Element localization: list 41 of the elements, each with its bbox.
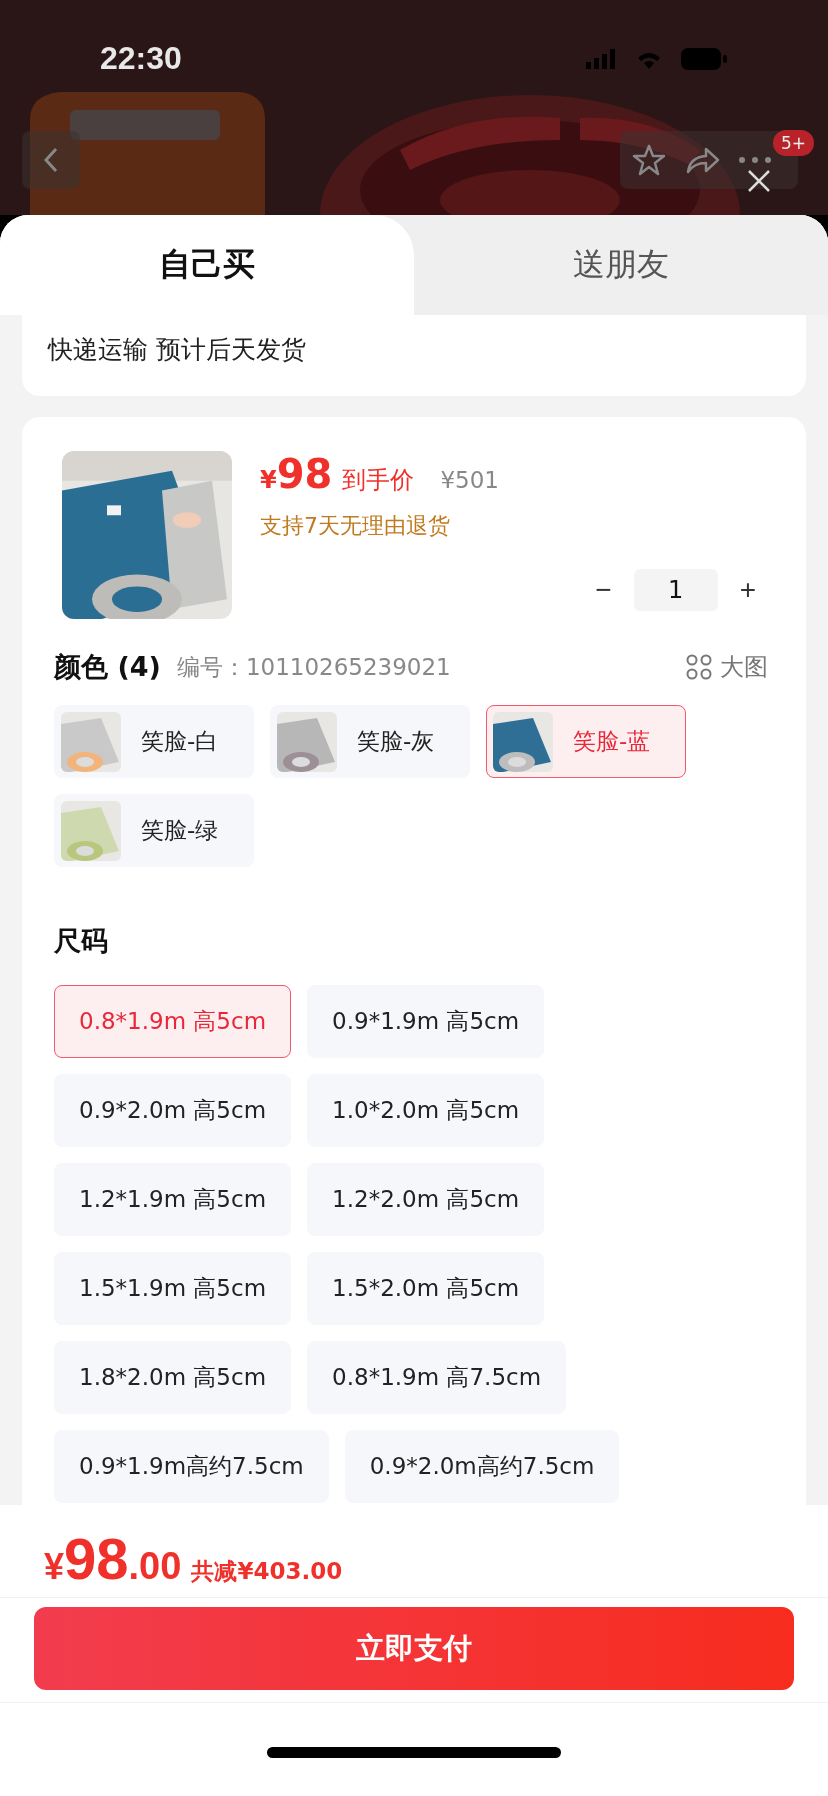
chevron-left-icon xyxy=(42,146,60,174)
price: ¥98 xyxy=(260,451,333,497)
star-icon[interactable] xyxy=(632,143,666,177)
shipping-info: 快递运输 预计后天发货 xyxy=(48,335,306,364)
grid-icon xyxy=(686,654,712,680)
section-title: 颜色 (4) xyxy=(54,650,161,684)
return-policy: 支持7天无理由退货 xyxy=(260,512,451,540)
size-option[interactable]: 1.0*2.0m 高5cm xyxy=(307,1074,545,1147)
original-price: ¥501 xyxy=(440,467,499,493)
size-option[interactable]: 0.9*2.0m高约7.5cm xyxy=(344,1430,620,1503)
size-option[interactable]: 1.2*2.0m 高5cm xyxy=(307,1163,545,1236)
size-option[interactable]: 0.8*1.9m 高7.5cm xyxy=(307,1341,567,1414)
size-option[interactable]: 1.5*1.9m 高5cm xyxy=(54,1252,292,1325)
size-option[interactable]: 1.5*2.0m 高5cm xyxy=(307,1252,545,1325)
decrease-button[interactable]: − xyxy=(591,574,616,606)
color-option[interactable]: 笑脸-绿 xyxy=(54,794,254,867)
size-option[interactable]: 1.8*2.0m 高5cm xyxy=(54,1341,292,1414)
color-option[interactable]: 笑脸-蓝 xyxy=(486,705,686,778)
tab[interactable]: 自己买 xyxy=(0,215,414,315)
signal-icon xyxy=(586,48,618,69)
size-option[interactable]: 1.2*1.9m 高5cm xyxy=(54,1163,292,1236)
back-button[interactable] xyxy=(22,131,80,189)
total-price: ¥98.00 xyxy=(44,1525,182,1592)
size-option[interactable]: 0.9*1.9m 高5cm xyxy=(307,985,545,1058)
price-label: 到手价 xyxy=(342,465,415,496)
status-time: 22:30 xyxy=(100,40,182,77)
section-title: 尺码 xyxy=(54,924,109,958)
increase-button[interactable]: + xyxy=(735,574,760,606)
pay-button[interactable]: 立即支付 xyxy=(34,1607,794,1690)
gallery-button[interactable]: 大图 xyxy=(686,651,768,683)
item-code: 编号：10110265239021 xyxy=(176,652,452,682)
color-option[interactable]: 笑脸-灰 xyxy=(270,705,470,778)
more-icon[interactable] xyxy=(738,156,772,164)
size-option[interactable]: 0.9*2.0m 高5cm xyxy=(54,1074,292,1147)
close-icon[interactable] xyxy=(747,169,771,193)
quantity-field[interactable]: 1 xyxy=(633,569,718,611)
discount-text: 共减¥403.00 xyxy=(191,1557,343,1586)
size-option[interactable]: 0.9*1.9m高约7.5cm xyxy=(54,1430,329,1503)
size-option[interactable]: 0.8*1.9m 高5cm xyxy=(54,985,292,1058)
color-option[interactable]: 笑脸-白 xyxy=(54,705,254,778)
share-icon[interactable] xyxy=(684,145,720,175)
